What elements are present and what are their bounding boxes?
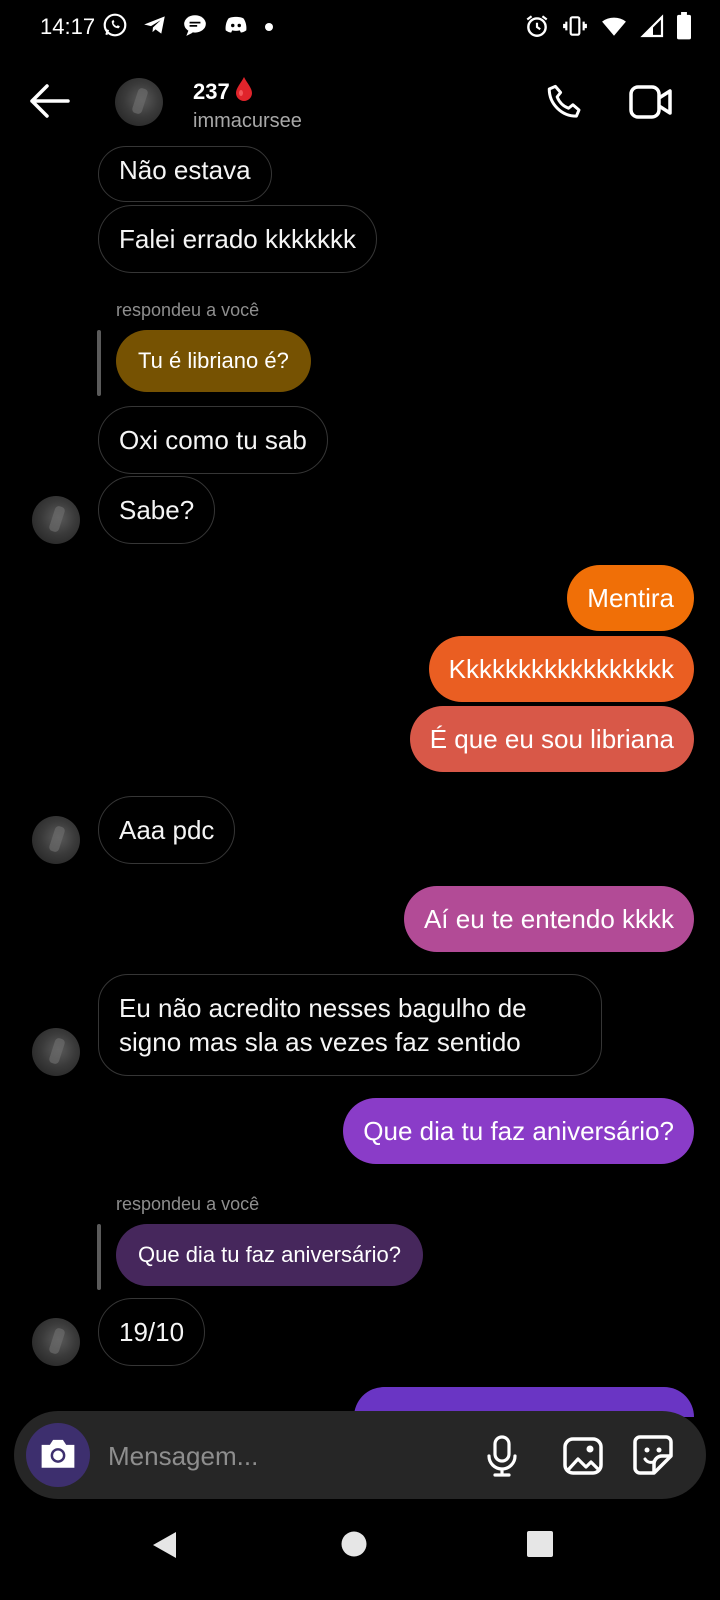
sender-avatar[interactable] — [32, 1318, 80, 1366]
message-sent[interactable]: É que eu sou libriana — [409, 706, 694, 772]
sticker-button[interactable] — [632, 1434, 674, 1481]
signal-icon — [640, 13, 664, 44]
nav-recents-button[interactable] — [526, 1530, 554, 1563]
square-recents-icon — [526, 1531, 554, 1562]
camera-button[interactable] — [26, 1423, 90, 1487]
camera-icon — [38, 1435, 78, 1476]
sticker-icon — [632, 1435, 674, 1480]
message-received[interactable]: Oxi como tu sab — [98, 406, 328, 474]
microphone-icon — [484, 1435, 520, 1482]
blood-drop-icon — [234, 76, 254, 108]
contact-avatar[interactable] — [115, 78, 163, 126]
whatsapp-icon — [102, 12, 128, 43]
message-input[interactable] — [106, 1434, 470, 1478]
message-sent[interactable]: Aí eu te entendo kkkk — [403, 886, 694, 952]
back-button[interactable] — [28, 82, 70, 125]
message-sent[interactable]: Kkkkkkkkkkkkkkkkk — [428, 636, 694, 702]
contact-username: immacursee — [193, 110, 302, 132]
battery-icon — [676, 12, 692, 45]
reply-label: respondeu a você — [116, 300, 260, 320]
message-received[interactable]: Falei errado kkkkkkk — [98, 205, 377, 273]
contact-name-text: 237 — [193, 79, 230, 104]
phone-icon — [544, 84, 586, 128]
gallery-button[interactable] — [562, 1436, 604, 1481]
voice-message-button[interactable] — [484, 1434, 520, 1483]
call-button[interactable] — [544, 82, 586, 129]
sender-avatar[interactable] — [32, 1028, 80, 1076]
message-received[interactable]: Não estava — [98, 146, 272, 202]
notification-icons — [102, 12, 274, 43]
sender-avatar[interactable] — [32, 496, 80, 544]
reply-indicator-bar — [97, 1224, 101, 1290]
replied-message-quote[interactable]: Que dia tu faz aniversário? — [116, 1224, 423, 1286]
system-icons — [524, 12, 692, 45]
replied-message-quote[interactable]: Tu é libriano é? — [116, 330, 311, 392]
vibrate-icon — [562, 13, 588, 44]
reply-label: respondeu a você — [116, 1194, 260, 1214]
wifi-icon — [600, 13, 628, 44]
image-icon — [562, 1437, 604, 1480]
nav-home-button[interactable] — [340, 1530, 368, 1563]
nav-back-button[interactable] — [150, 1530, 180, 1565]
discord-icon — [222, 12, 250, 43]
circle-home-icon — [340, 1531, 368, 1562]
message-received[interactable]: Aaa pdc — [98, 796, 236, 864]
message-sent[interactable]: Que dia tu faz aniversário? — [343, 1098, 694, 1164]
more-notifications-dot-icon — [264, 19, 274, 37]
telegram-icon — [142, 12, 168, 43]
message-received[interactable]: Sabe? — [98, 476, 216, 544]
chat-bubble-icon — [182, 12, 208, 43]
sender-avatar[interactable] — [32, 816, 80, 864]
triangle-back-icon — [150, 1532, 180, 1564]
reply-indicator-bar — [97, 330, 101, 396]
video-camera-icon — [628, 85, 674, 126]
message-sent[interactable]: Mentira — [567, 565, 694, 631]
status-time: 14:17 — [40, 14, 96, 39]
alarm-icon — [524, 13, 550, 44]
contact-name[interactable]: 237 — [193, 76, 254, 108]
message-received[interactable]: 19/10 — [98, 1298, 206, 1366]
message-received[interactable]: Eu não acredito nesses bagulho de signo … — [98, 974, 602, 1076]
arrow-left-icon — [28, 84, 70, 124]
video-call-button[interactable] — [628, 82, 674, 127]
